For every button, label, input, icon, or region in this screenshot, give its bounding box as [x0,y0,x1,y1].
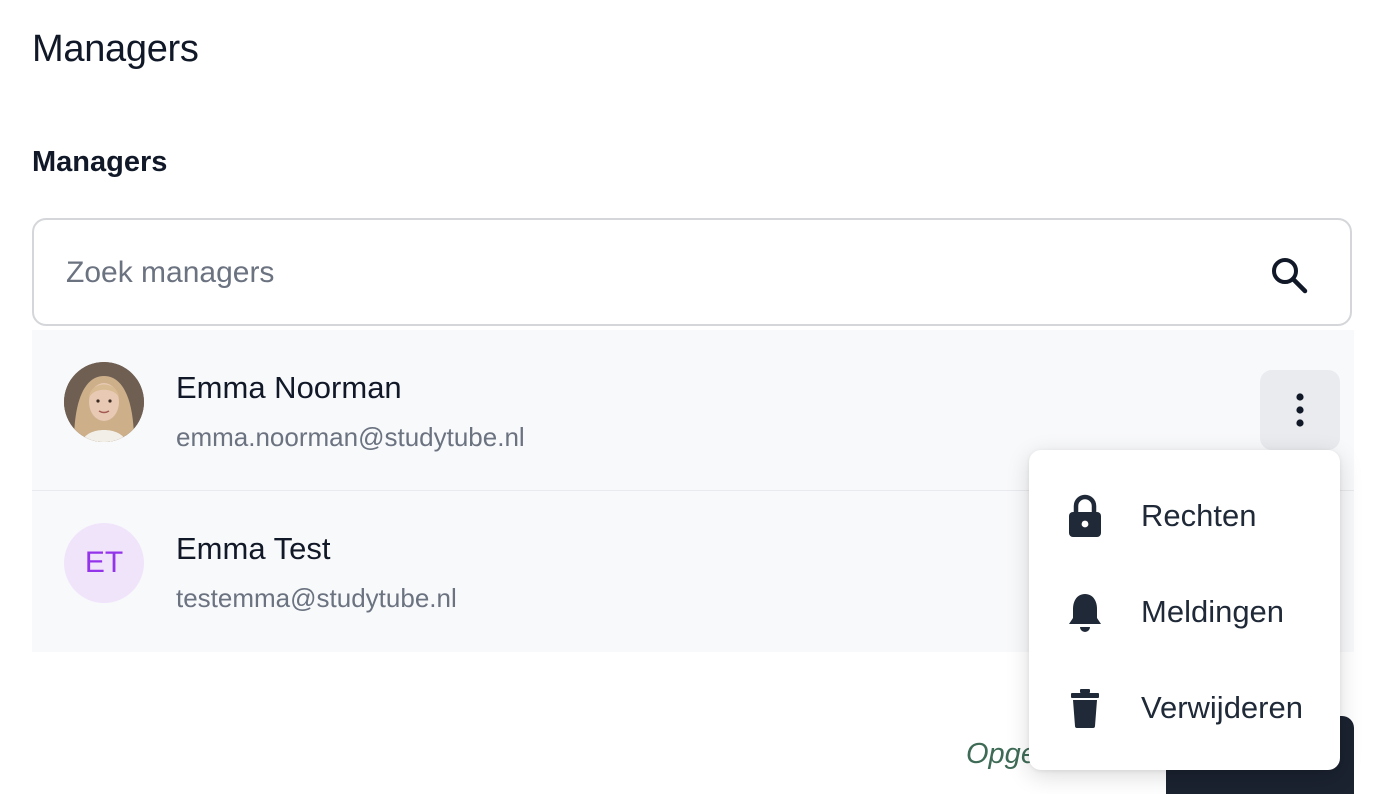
trash-icon [1067,686,1103,730]
section-title: Managers [32,146,168,178]
manager-email: testemma@studytube.nl [176,583,457,613]
more-vertical-icon [1296,393,1304,427]
menu-item-label: Rechten [1141,498,1257,533]
search-box[interactable] [32,218,1352,326]
manager-email: emma.noorman@studytube.nl [176,422,525,452]
more-actions-button[interactable] [1260,370,1340,450]
actions-dropdown-menu: Rechten Meldingen Verwijderen [1029,450,1340,770]
menu-item-meldingen[interactable]: Meldingen [1029,564,1340,660]
bell-icon [1067,590,1103,634]
lock-icon [1067,494,1103,538]
menu-item-verwijderen[interactable]: Verwijderen [1029,660,1340,756]
menu-item-label: Verwijderen [1141,690,1303,725]
managers-page: Managers Managers Emma Noo [0,0,1394,794]
menu-item-label: Meldingen [1141,594,1285,629]
save-status-text: Opge [966,738,1037,770]
avatar: ET [64,523,144,603]
search-icon[interactable] [1270,256,1308,294]
avatar-photo [64,362,144,442]
manager-name: Emma Noorman [176,370,402,405]
search-input[interactable] [64,220,1248,326]
manager-name: Emma Test [176,531,331,566]
avatar [64,362,144,442]
menu-item-rechten[interactable]: Rechten [1029,468,1340,564]
page-title: Managers [32,28,199,70]
